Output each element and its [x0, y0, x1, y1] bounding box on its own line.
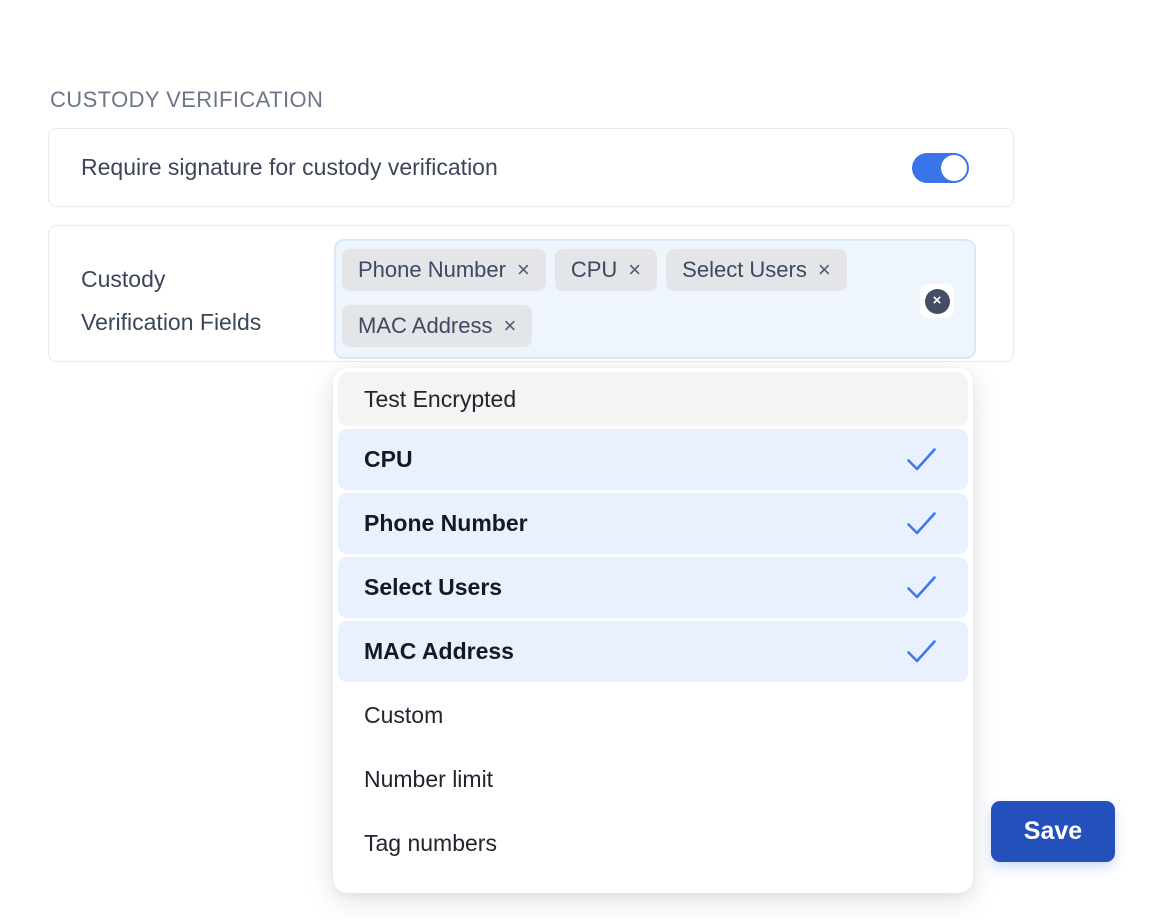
check-icon [905, 574, 938, 601]
section-title: CUSTODY VERIFICATION [50, 87, 323, 113]
selected-tags-list: Phone Number×CPU×Select Users×MAC Addres… [342, 249, 882, 347]
custody-fields-label-line1: Custody [81, 258, 261, 301]
option-label: MAC Address [364, 638, 514, 665]
option-label: Phone Number [364, 510, 528, 537]
remove-tag-icon[interactable]: × [628, 259, 641, 281]
dropdown-option-number-limit[interactable]: Number limit [338, 749, 968, 810]
dropdown-option-custom[interactable]: Custom [338, 685, 968, 746]
signature-setting-label: Require signature for custody verificati… [81, 154, 498, 181]
dropdown-option-test-encrypted[interactable]: Test Encrypted [338, 372, 968, 426]
clear-all-icon: × [925, 289, 950, 314]
signature-toggle[interactable] [912, 153, 969, 183]
check-icon [905, 638, 938, 665]
selected-tag-cpu[interactable]: CPU × [555, 249, 657, 291]
selected-tag-mac-address[interactable]: MAC Address × [342, 305, 532, 347]
option-label: Tag numbers [364, 830, 497, 857]
custody-fields-label: Custody Verification Fields [81, 258, 261, 344]
dropdown-option-select-users[interactable]: Select Users [338, 557, 968, 618]
dropdown-option-cpu[interactable]: CPU [338, 429, 968, 490]
option-label: Test Encrypted [364, 386, 516, 413]
signature-setting-card: Require signature for custody verificati… [48, 128, 1014, 207]
tag-label: Select Users [682, 257, 807, 283]
dropdown-option-phone-number[interactable]: Phone Number [338, 493, 968, 554]
selected-tag-select-users[interactable]: Select Users × [666, 249, 847, 291]
option-label: Select Users [364, 574, 502, 601]
option-label: CPU [364, 446, 413, 473]
clear-all-x-glyph: × [933, 293, 942, 308]
dropdown-option-mac-address[interactable]: MAC Address [338, 621, 968, 682]
option-label: Number limit [364, 766, 493, 793]
clear-all-button[interactable]: × [920, 284, 954, 318]
remove-tag-icon[interactable]: × [818, 259, 831, 281]
remove-tag-icon[interactable]: × [504, 315, 517, 337]
custody-fields-card: Custody Verification Fields Phone Number… [48, 225, 1014, 362]
tag-label: MAC Address [358, 313, 493, 339]
option-label: Custom [364, 702, 443, 729]
fields-dropdown-menu: Test Encrypted CPU Phone Number Select User… [333, 368, 973, 893]
selected-tag-phone-number[interactable]: Phone Number × [342, 249, 546, 291]
tag-label: Phone Number [358, 257, 506, 283]
toggle-knob-icon [941, 155, 967, 181]
dropdown-option-tag-numbers[interactable]: Tag numbers [338, 813, 968, 874]
check-icon [905, 446, 938, 473]
tag-label: CPU [571, 257, 617, 283]
remove-tag-icon[interactable]: × [517, 259, 530, 281]
check-icon [905, 510, 938, 537]
custody-fields-label-line2: Verification Fields [81, 301, 261, 344]
custody-fields-multiselect[interactable]: Phone Number×CPU×Select Users×MAC Addres… [334, 239, 976, 359]
save-button[interactable]: Save [991, 801, 1115, 862]
